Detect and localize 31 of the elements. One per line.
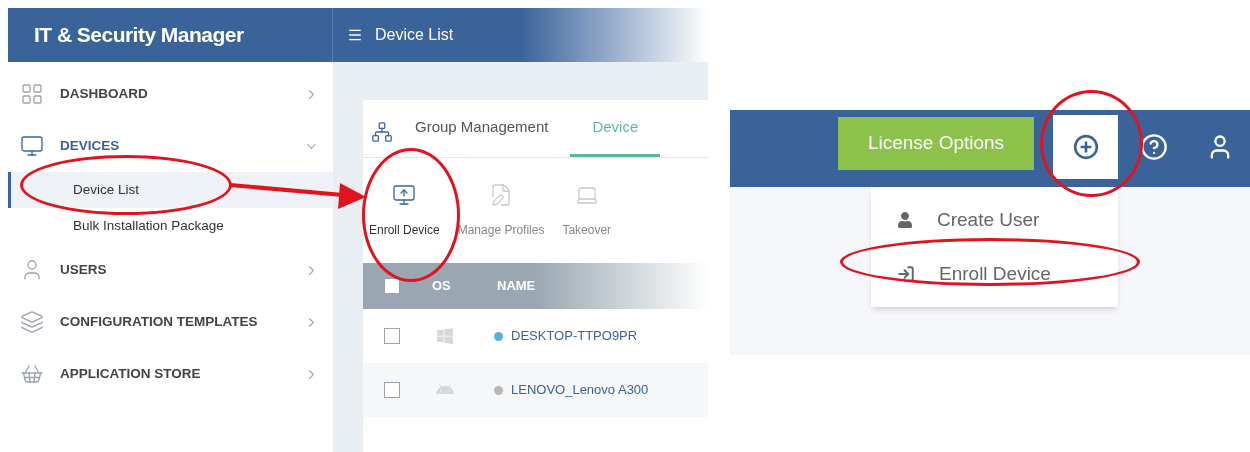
menu-icon[interactable] xyxy=(347,27,363,43)
sidebar-item[interactable]: USERS xyxy=(8,244,333,296)
stack-icon xyxy=(20,310,44,334)
menu-item[interactable]: Enroll Device xyxy=(871,247,1118,301)
add-button[interactable] xyxy=(1053,115,1118,179)
sidebar-item[interactable]: DEVICES xyxy=(8,120,333,172)
monitor-icon xyxy=(20,134,44,158)
toolbar-button[interactable]: Enroll Device xyxy=(363,182,446,239)
column-header: NAME xyxy=(497,277,536,296)
monitor-icon xyxy=(392,182,417,207)
column-header: OS xyxy=(432,277,452,296)
sidebar-item[interactable]: DASHBOARD xyxy=(8,68,333,120)
tab[interactable]: Group Management xyxy=(393,100,571,157)
checkbox[interactable] xyxy=(384,278,400,294)
grid-icon xyxy=(20,82,44,106)
windows-icon xyxy=(436,327,454,345)
sidebar-item[interactable]: APPLICATION STORE xyxy=(8,348,333,400)
device-name-link[interactable]: LENOVO_Lenovo A300 xyxy=(511,380,649,400)
checkbox[interactable] xyxy=(384,382,400,398)
page-title: Device List xyxy=(375,25,454,45)
checkbox[interactable] xyxy=(384,328,400,344)
user-icon xyxy=(897,212,913,228)
tree-icon[interactable] xyxy=(371,121,393,143)
help-icon[interactable] xyxy=(1140,133,1168,161)
device-name-link[interactable]: DESKTOP-TTPO9PR xyxy=(511,326,638,346)
plus-circle-icon xyxy=(1072,134,1099,160)
sidebar-subitem[interactable]: Bulk Installation Package xyxy=(8,208,333,244)
sidebar-subitem[interactable]: Device List xyxy=(8,172,333,208)
menu-item[interactable]: Create User xyxy=(871,193,1118,247)
sidebar-item[interactable]: CONFIGURATION TEMPLATES xyxy=(8,296,333,348)
app-title: IT & Security Manager xyxy=(34,22,244,49)
